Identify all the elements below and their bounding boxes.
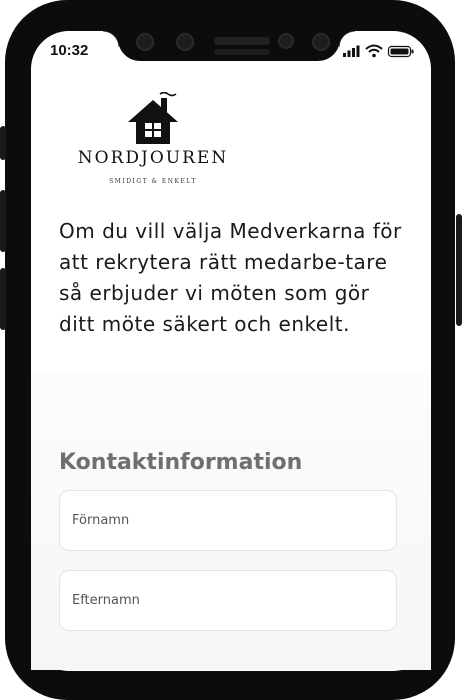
volume-down-button: [0, 268, 6, 330]
camera-icon: [136, 33, 154, 51]
camera-icon: [312, 33, 330, 51]
status-time: 10:32: [50, 42, 89, 59]
camera-icon: [176, 33, 194, 51]
house-icon: [128, 92, 178, 144]
battery-icon: [387, 45, 414, 58]
brand-name: NORDJOUREN: [77, 148, 229, 168]
form-title: Kontaktinformation: [59, 450, 303, 475]
intro-text: Om du vill välja Medverkarna för att rek…: [59, 219, 402, 336]
status-icons-svg: [343, 44, 414, 58]
silent-switch: [0, 126, 6, 160]
status-icons: [343, 43, 415, 58]
last-name-input[interactable]: [59, 570, 397, 631]
notch: [103, 31, 355, 61]
first-name-input[interactable]: [59, 490, 397, 551]
signal-icon: [343, 45, 360, 57]
volume-up-button: [0, 190, 6, 252]
wifi-icon: [365, 44, 383, 58]
power-button: [456, 214, 462, 326]
logo: NORDJOUREN SMIDIGT & ENKELT: [49, 90, 257, 198]
speaker-grille: [214, 49, 270, 55]
sensor-icon: [278, 33, 294, 49]
speaker-grille: [214, 37, 270, 45]
brand-tagline: SMIDIGT & ENKELT: [109, 178, 197, 185]
